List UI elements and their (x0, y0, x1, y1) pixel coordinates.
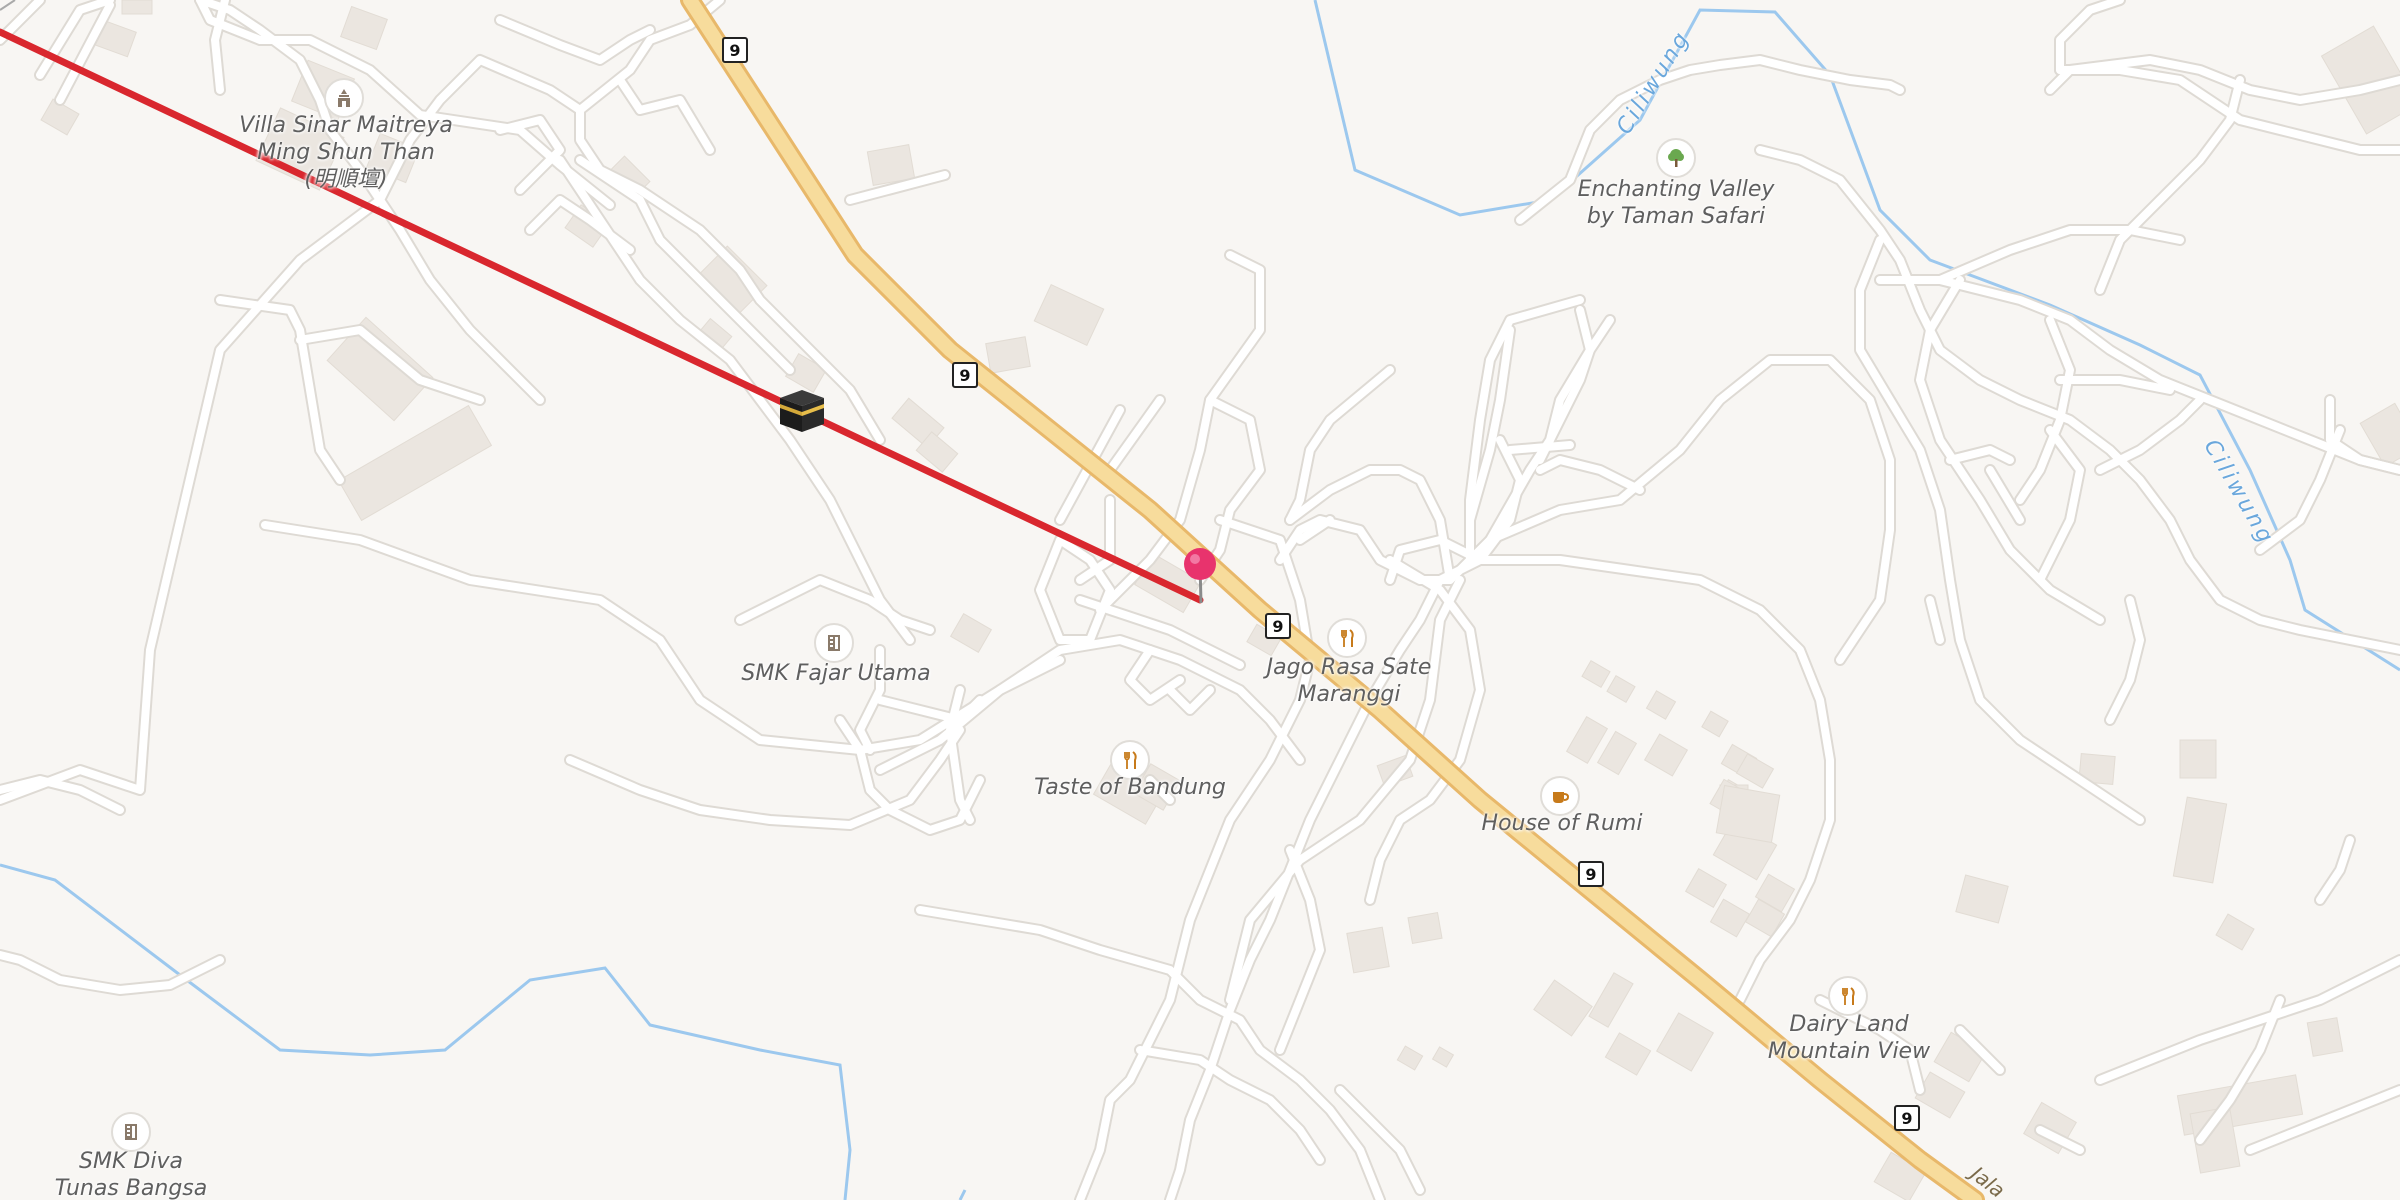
poi-label-smk-fajar[interactable]: SMK Fajar Utama (741, 660, 930, 687)
route-shield: 9 (1265, 613, 1291, 639)
map-view[interactable]: 9 9 9 9 9 Ciliwung Ciliwung Jala Villa S… (0, 0, 2400, 1200)
poi-label-line: Villa Sinar Maitreya (239, 113, 453, 138)
park-tree-icon[interactable] (1656, 138, 1696, 178)
poi-label-line: Mountain View (1767, 1039, 1931, 1064)
poi-label-line: SMK Diva (79, 1149, 183, 1174)
kaaba-icon[interactable] (776, 384, 828, 436)
poi-label-enchanting[interactable]: Enchanting Valley by Taman Safari (1578, 176, 1775, 230)
poi-label-line: Ming Shun Than (257, 140, 435, 165)
poi-label-line: Taste of Bandung (1034, 775, 1226, 800)
poi-label-line: Jago Rasa Sate (1266, 655, 1432, 680)
poi-label-line: Dairy Land (1789, 1012, 1909, 1037)
poi-label-line: House of Rumi (1481, 811, 1643, 836)
route-shield: 9 (722, 37, 748, 63)
restaurant-icon[interactable] (1327, 618, 1367, 658)
route-shield: 9 (952, 362, 978, 388)
qibla-line-edge (0, 0, 16, 11)
poi-label-villa[interactable]: Villa Sinar Maitreya Ming Shun Than (明順壇… (239, 112, 453, 193)
location-pin-icon[interactable] (1180, 545, 1220, 605)
poi-label-line: Tunas Bangsa (54, 1176, 208, 1200)
route-shield: 9 (1578, 861, 1604, 887)
route-shield: 9 (1894, 1105, 1920, 1131)
poi-label-dairy-land[interactable]: Dairy Land Mountain View (1768, 1011, 1930, 1065)
poi-label-line: by Taman Safari (1586, 204, 1766, 229)
poi-label-jago-rasa[interactable]: Jago Rasa Sate Maranggi (1267, 654, 1432, 708)
poi-label-line: (明順壇) (304, 167, 388, 192)
poi-label-line: Enchanting Valley (1577, 177, 1775, 202)
school-icon[interactable] (814, 623, 854, 663)
poi-label-smk-diva[interactable]: SMK Diva Tunas Bangsa (55, 1148, 207, 1200)
poi-label-house-rumi[interactable]: House of Rumi (1482, 810, 1643, 837)
restaurant-icon[interactable] (1828, 976, 1868, 1016)
stream-south (958, 1189, 967, 1200)
school-icon[interactable] (111, 1112, 151, 1152)
poi-label-taste-bandung[interactable]: Taste of Bandung (1034, 774, 1226, 801)
poi-label-line: SMK Fajar Utama (741, 661, 931, 686)
poi-label-line: Maranggi (1297, 682, 1401, 707)
